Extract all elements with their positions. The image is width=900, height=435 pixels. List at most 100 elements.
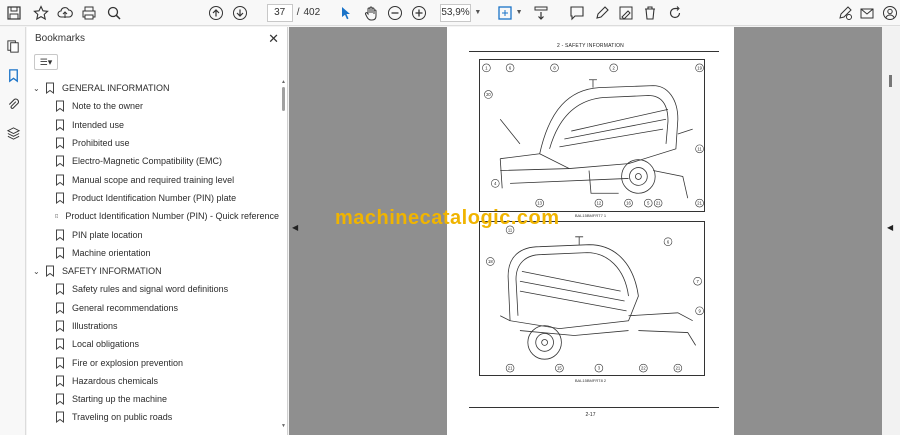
- star-icon[interactable]: [30, 2, 50, 24]
- viewer-scroll-thumb[interactable]: [889, 75, 892, 87]
- bookmark-icon: [56, 375, 64, 387]
- attachments-icon[interactable]: [0, 91, 26, 117]
- bookmark-options-button[interactable]: ☰▾: [34, 54, 58, 70]
- bookmark-item[interactable]: PIN plate location: [27, 225, 279, 243]
- figure-1: 1 6 8 2 19 20 11 4 21 13 12 16 5 21: [479, 59, 705, 212]
- header-rule: [469, 51, 719, 52]
- bookmark-section[interactable]: ⌄ SAFETY INFORMATION: [27, 262, 279, 280]
- callout-number: 19: [697, 65, 702, 70]
- watermark-text: machinecatalogic.com: [335, 207, 560, 229]
- chevron-down-icon[interactable]: ⌄: [33, 267, 43, 276]
- left-navigation-rail: [0, 27, 26, 435]
- bookmark-icon: [56, 247, 64, 259]
- callout-number: 12: [597, 201, 602, 206]
- page-fit-icon[interactable]: [495, 2, 515, 24]
- bookmark-item[interactable]: Manual scope and required training level: [27, 170, 279, 188]
- document-viewer[interactable]: ◀ 2 - SAFETY INFORMATION 1 6 8 2 19 20 11 4 21 13…: [289, 27, 900, 435]
- bookmark-label: Note to the owner: [72, 101, 144, 112]
- layers-icon[interactable]: [0, 120, 26, 146]
- bookmark-item[interactable]: Prohibited use: [27, 134, 279, 152]
- email-icon[interactable]: [857, 2, 877, 24]
- baler-illustration-2: 111867921 15 3 22 21: [486, 225, 704, 373]
- bookmark-label: Hazardous chemicals: [72, 375, 159, 386]
- bookmark-label: Product Identification Number (PIN) - Qu…: [65, 211, 279, 222]
- bookmark-scrollbar[interactable]: ▲ ▼: [281, 79, 286, 429]
- pen-icon[interactable]: [591, 2, 611, 24]
- previous-page-icon[interactable]: [206, 2, 226, 24]
- bookmark-icon: [56, 411, 64, 424]
- delete-icon[interactable]: [640, 2, 660, 24]
- callout-number: 21: [656, 201, 661, 206]
- callout-number: 22: [641, 366, 646, 371]
- bookmark-item[interactable]: Hazardous chemicals: [27, 372, 279, 390]
- hand-tool-icon[interactable]: [361, 2, 381, 24]
- callout-number: 16: [626, 201, 631, 206]
- bookmark-label: Fire or explosion prevention: [72, 357, 184, 368]
- bookmark-icon: [56, 302, 64, 314]
- bookmark-item[interactable]: Product Identification Number (PIN) plat…: [27, 189, 279, 207]
- zoom-search-icon[interactable]: [104, 2, 124, 24]
- bookmark-icon: [56, 174, 64, 186]
- page-thumbnails-icon[interactable]: [0, 33, 26, 59]
- highlight-icon[interactable]: [616, 2, 636, 24]
- document-page: 2 - SAFETY INFORMATION 1 6 8 2 19 20 11 4 21 13 12…: [447, 27, 734, 435]
- zoom-dropdown-icon[interactable]: ▼: [474, 9, 481, 16]
- scroll-up-icon[interactable]: ▲: [281, 79, 286, 85]
- scroll-thumb[interactable]: [282, 87, 285, 111]
- bookmark-label: Product Identification Number (PIN) plat…: [72, 192, 237, 203]
- bookmark-label: Manual scope and required training level: [72, 174, 235, 185]
- bookmark-item[interactable]: Note to the owner: [27, 97, 279, 115]
- chevron-down-icon[interactable]: ⌄: [33, 84, 43, 93]
- bookmark-section[interactable]: ⌄ GENERAL INFORMATION: [27, 79, 279, 97]
- callout-number: 21: [697, 201, 702, 206]
- bookmark-icon: [56, 155, 64, 168]
- figure-2: 11 18 6 7 9 21 15 3 22 21: [479, 221, 705, 376]
- save-icon[interactable]: [4, 2, 24, 24]
- rotate-icon[interactable]: [664, 2, 684, 24]
- bookmark-item[interactable]: Machine orientation: [27, 244, 279, 262]
- cloud-upload-icon[interactable]: [55, 2, 75, 24]
- bookmark-item[interactable]: Product Identification Number (PIN) - Qu…: [27, 207, 279, 225]
- bookmark-item[interactable]: Local obligations: [27, 335, 279, 353]
- page-fit-dropdown-icon[interactable]: ▼: [516, 9, 523, 16]
- scroll-down-icon[interactable]: ▼: [281, 423, 286, 429]
- bookmark-item[interactable]: Illustrations: [27, 317, 279, 335]
- comment-icon[interactable]: [567, 2, 587, 24]
- bookmark-label: General recommendations: [72, 302, 179, 313]
- sign-icon[interactable]: [835, 2, 855, 24]
- bookmark-list: ⌄ GENERAL INFORMATION Note to the owner Int…: [27, 79, 279, 435]
- expand-right-panel-icon[interactable]: ◀: [887, 223, 893, 232]
- close-icon[interactable]: ✕: [268, 31, 279, 47]
- next-page-icon[interactable]: [230, 2, 250, 24]
- bookmark-label: Safety rules and signal word definitions: [72, 284, 229, 295]
- callout-number: 18: [488, 259, 493, 264]
- bookmark-icon: [56, 100, 64, 113]
- zoom-out-icon[interactable]: [385, 2, 405, 24]
- footer-rule: [469, 407, 719, 408]
- bookmark-label: Local obligations: [72, 339, 140, 350]
- bookmark-label: SAFETY INFORMATION: [62, 266, 162, 277]
- bookmark-item[interactable]: Electro-Magnetic Compatibility (EMC): [27, 152, 279, 170]
- bookmark-item[interactable]: General recommendations: [27, 299, 279, 317]
- bookmark-label: Traveling on public roads: [72, 412, 173, 423]
- zoom-in-icon[interactable]: [409, 2, 429, 24]
- page-footer: 2-17: [585, 412, 596, 418]
- bookmark-item[interactable]: Safety rules and signal word definitions: [27, 280, 279, 298]
- viewer-scrollbar[interactable]: ◀: [882, 27, 900, 435]
- bookmark-item[interactable]: Fire or explosion prevention: [27, 353, 279, 371]
- page-number-input[interactable]: 37: [266, 3, 293, 22]
- bookmarks-panel-icon[interactable]: [0, 62, 26, 88]
- select-cursor-icon[interactable]: [336, 2, 356, 24]
- scroll-mode-icon[interactable]: [531, 2, 551, 24]
- bookmark-icon: [46, 82, 54, 95]
- bookmark-item[interactable]: Starting up the machine: [27, 390, 279, 408]
- bookmark-label: PIN plate location: [72, 229, 143, 240]
- account-icon[interactable]: [880, 2, 900, 24]
- page-separator: /: [296, 7, 300, 18]
- print-icon[interactable]: [79, 2, 99, 24]
- collapse-panel-icon[interactable]: ◀: [292, 223, 298, 232]
- bookmark-item[interactable]: Traveling on public roads: [27, 408, 279, 426]
- bookmark-item[interactable]: Intended use: [27, 116, 279, 134]
- callout-number: 11: [697, 146, 702, 151]
- zoom-level-field[interactable]: 53,9%: [439, 3, 472, 22]
